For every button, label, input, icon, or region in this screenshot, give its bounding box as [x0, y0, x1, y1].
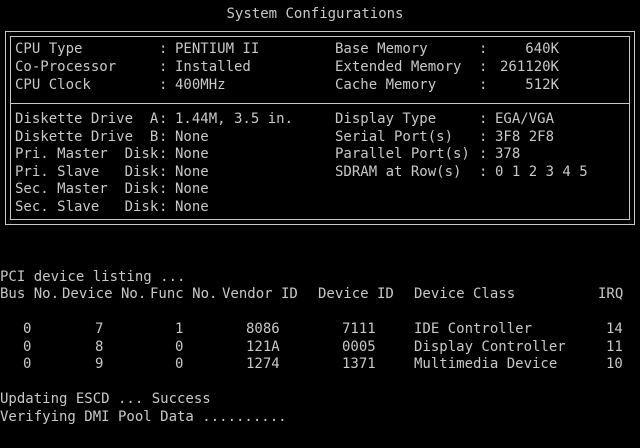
config-label: Base Memory — [335, 41, 428, 57]
config-colon: : — [159, 164, 168, 180]
pci-header-device: Device No. — [62, 286, 147, 302]
config-colon: : — [479, 59, 488, 75]
pci-header-device-id: Device ID — [318, 286, 394, 302]
config-divider — [10, 103, 630, 104]
config-value: 0 1 2 3 4 5 — [495, 164, 588, 180]
config-colon: : — [159, 199, 168, 215]
config-label: Pri. Slave Disk — [15, 164, 159, 180]
config-value: None — [175, 199, 209, 215]
pci-cell-bus: 0 — [23, 321, 32, 337]
config-label: Sec. Master Disk — [15, 181, 159, 197]
pci-header-class: Device Class — [414, 286, 516, 302]
pci-cell-func: 1 — [175, 321, 184, 337]
config-colon: : — [479, 77, 488, 93]
config-label: Cache Memory — [335, 77, 437, 93]
pci-cell-irq: 10 — [606, 356, 623, 372]
config-label: Serial Port(s) — [335, 129, 454, 145]
config-value: 3F8 2F8 — [495, 129, 555, 145]
config-label: Parallel Port(s) — [335, 146, 470, 162]
pci-cell-func: 0 — [175, 356, 184, 372]
pci-cell-device: 9 — [95, 356, 104, 372]
pci-cell-device-id: 0005 — [342, 339, 376, 355]
pci-header-vendor: Vendor ID — [222, 286, 298, 302]
config-value: Installed — [175, 59, 251, 75]
pci-header-irq: IRQ — [598, 286, 624, 302]
config-value: None — [175, 129, 209, 145]
pci-cell-bus: 0 — [23, 356, 32, 372]
pci-heading: PCI device listing ... — [0, 269, 186, 285]
config-value: None — [175, 146, 209, 162]
config-colon: : — [159, 181, 168, 197]
config-label: Extended Memory — [335, 59, 462, 75]
config-value: PENTIUM II — [175, 41, 260, 57]
pci-cell-irq: 14 — [606, 321, 623, 337]
config-colon: : — [159, 146, 168, 162]
pci-cell-bus: 0 — [23, 339, 32, 355]
pci-header-bus: Bus No. — [0, 286, 60, 302]
pci-cell-device-id: 1371 — [342, 356, 376, 372]
pci-cell-class: Display Controller — [414, 339, 566, 355]
config-label: Diskette Drive B — [15, 129, 159, 145]
config-colon: : — [479, 111, 488, 127]
config-label: Co-Processor — [15, 59, 117, 75]
pci-cell-vendor: 1274 — [246, 356, 280, 372]
config-label: CPU Clock — [15, 77, 91, 93]
config-value: 512K — [525, 77, 559, 93]
config-colon: : — [159, 59, 168, 75]
config-label: Display Type — [335, 111, 437, 127]
config-colon: : — [159, 111, 168, 127]
config-colon: : — [479, 164, 488, 180]
config-label: Sec. Slave Disk — [15, 199, 159, 215]
config-value: 400MHz — [175, 77, 226, 93]
config-label: Diskette Drive A — [15, 111, 159, 127]
pci-header-func: Func No. — [150, 286, 218, 302]
config-colon: : — [159, 129, 168, 145]
config-colon: : — [159, 41, 168, 57]
pci-cell-device: 7 — [95, 321, 104, 337]
config-value: 261120K — [499, 59, 559, 75]
config-value: None — [175, 164, 209, 180]
status-dmi: Verifying DMI Pool Data .......... — [0, 409, 287, 425]
pci-cell-device: 8 — [95, 339, 104, 355]
config-label: SDRAM at Row(s) — [335, 164, 462, 180]
config-colon: : — [479, 41, 488, 57]
config-value: EGA/VGA — [495, 111, 555, 127]
config-value: 640K — [525, 41, 559, 57]
config-value: None — [175, 181, 209, 197]
config-colon: : — [479, 146, 488, 162]
config-colon: : — [479, 129, 488, 145]
config-label: Pri. Master Disk — [15, 146, 159, 162]
config-value: 378 — [495, 146, 521, 162]
config-colon: : — [159, 77, 168, 93]
pci-cell-func: 0 — [175, 339, 184, 355]
pci-cell-device-id: 7111 — [342, 321, 376, 337]
config-label: CPU Type — [15, 41, 83, 57]
pci-cell-vendor: 121A — [246, 339, 280, 355]
pci-cell-irq: 11 — [606, 339, 623, 355]
pci-cell-class: IDE Controller — [414, 321, 533, 337]
config-value: 1.44M, 3.5 in. — [175, 111, 294, 127]
pci-cell-vendor: 8086 — [246, 321, 280, 337]
status-escd: Updating ESCD ... Success — [0, 391, 211, 407]
pci-cell-class: Multimedia Device — [414, 356, 558, 372]
page-title: System Configurations — [226, 6, 404, 22]
